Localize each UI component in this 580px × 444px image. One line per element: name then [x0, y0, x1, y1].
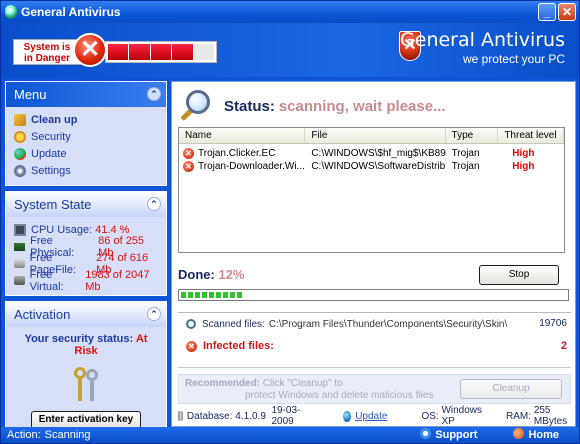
collapse-icon[interactable]: ⌃: [147, 87, 161, 101]
threat-table[interactable]: Name File Type Threat level ✕ Trojan.Clic…: [178, 127, 565, 253]
broom-icon: [14, 113, 26, 126]
column-header-type[interactable]: Type: [446, 128, 499, 143]
divider: [178, 367, 571, 368]
collapse-icon[interactable]: ⌃: [147, 197, 161, 211]
close-button[interactable]: ✕: [558, 3, 576, 21]
scan-panel: Status: scanning, wait please... Name Fi…: [171, 81, 576, 427]
security-icon: [14, 130, 26, 143]
info-bar: Database: 4.1.0.9 19-03-2009 Update OS: …: [178, 405, 571, 427]
progress-block: [223, 292, 228, 298]
brand-tagline: we protect your PC: [462, 52, 565, 66]
danger-x-icon: ✕: [73, 33, 107, 67]
progress-block: [202, 292, 207, 298]
danger-label: System is in Danger: [13, 39, 81, 65]
column-header-name[interactable]: Name: [179, 128, 306, 143]
column-header-threat-level[interactable]: Threat level: [498, 128, 564, 143]
table-row[interactable]: ✕ Trojan-Downloader.Wi... C:\WINDOWS\Soft…: [179, 160, 564, 173]
progress-block: [209, 292, 214, 298]
window-controls: _ ✕: [538, 3, 576, 21]
support-icon: [420, 428, 432, 439]
menu-item-cleanup[interactable]: Clean up: [14, 111, 158, 128]
progress-block: [216, 292, 221, 298]
keys-icon: [70, 365, 102, 405]
title-bar[interactable]: General Antivirus _ ✕: [1, 1, 579, 23]
menu-item-settings[interactable]: Settings: [14, 162, 158, 179]
sidebar: Menu ⌃ Clean up Security Update Settings…: [5, 81, 167, 441]
magnifier-icon: [178, 88, 214, 124]
danger-segment: [150, 44, 172, 60]
memory-icon: [14, 242, 26, 251]
settings-icon: [14, 164, 26, 177]
security-status: Your security status: At Risk: [24, 333, 148, 357]
collapse-icon[interactable]: ⌃: [147, 307, 161, 321]
home-icon: [513, 428, 525, 439]
threat-x-icon: ✕: [183, 161, 194, 172]
infected-x-icon: ✕: [186, 340, 197, 352]
threat-x-icon: ✕: [183, 148, 194, 159]
scan-progress-bar: [178, 289, 569, 301]
danger-segment: [172, 44, 193, 60]
activation-panel: Activation ⌃ Your security status: At Ri…: [5, 301, 167, 436]
progress-block: [230, 292, 235, 298]
header-banner: System is in Danger ✕ ✕ General Antiviru…: [1, 23, 579, 77]
pagefile-icon: [14, 259, 25, 268]
app-shield-icon: [5, 5, 17, 19]
danger-segment: [108, 44, 129, 60]
menu-panel-header[interactable]: Menu ⌃: [6, 82, 166, 107]
progress-block: [181, 292, 186, 298]
recommendation-box: Recommended: Click "Cleanup" to protect …: [178, 374, 571, 404]
minimize-button[interactable]: _: [538, 3, 556, 21]
system-state-header[interactable]: System State ⌃: [6, 192, 166, 217]
menu-item-update[interactable]: Update: [14, 145, 158, 162]
table-row[interactable]: ✕ Trojan.Clicker.EC C:\WINDOWS\$hf_mig$\K…: [179, 147, 564, 160]
table-header: Name File Type Threat level: [179, 128, 564, 144]
progress-block: [195, 292, 200, 298]
activation-body: Your security status: At Risk Enter acti…: [6, 327, 166, 435]
update-link[interactable]: Update: [355, 411, 387, 422]
danger-segment: [129, 44, 150, 60]
search-icon: [186, 319, 196, 329]
window-title: General Antivirus: [21, 5, 121, 19]
menu-list: Clean up Security Update Settings: [6, 107, 166, 185]
globe-icon: [343, 410, 352, 422]
danger-level-bar: [105, 41, 217, 63]
system-state-list: CPU Usage: 41.4 % Free Physical: 86 of 2…: [6, 217, 166, 295]
column-header-file[interactable]: File: [305, 128, 446, 143]
menu-item-security[interactable]: Security: [14, 128, 158, 145]
infected-files-row: ✕ Infected files: 2: [178, 335, 571, 357]
database-icon: [178, 411, 183, 421]
system-state-panel: System State ⌃ CPU Usage: 41.4 % Free Ph…: [5, 191, 167, 296]
stop-button[interactable]: Stop: [479, 265, 559, 285]
brand-name: General Antivirus: [400, 29, 565, 51]
support-link[interactable]: Support: [420, 428, 477, 441]
app-window: General Antivirus _ ✕ System is in Dange…: [0, 0, 580, 444]
cleanup-button[interactable]: Cleanup: [460, 379, 562, 399]
status-bar-links: Support Home: [420, 428, 559, 441]
update-icon: [14, 147, 26, 160]
progress-block: [237, 292, 242, 298]
home-link[interactable]: Home: [513, 428, 559, 441]
scan-status: Status: scanning, wait please...: [178, 88, 446, 124]
danger-segment: [193, 44, 215, 60]
activation-header[interactable]: Activation ⌃: [6, 302, 166, 327]
menu-panel: Menu ⌃ Clean up Security Update Settings: [5, 81, 167, 186]
scan-summary: Scanned files: C:\Program Files\Thunder\…: [178, 312, 571, 362]
status-bar: Action: Scanning Support Home: [1, 427, 579, 443]
cpu-icon: [14, 223, 26, 236]
free-virtual-row: Free Virtual: 1983 of 2047 Mb: [14, 269, 158, 293]
recommendation-text: Recommended: Click "Cleanup" to protect …: [185, 378, 434, 401]
done-label: Done: 12%: [178, 267, 245, 282]
progress-block: [188, 292, 193, 298]
drive-icon: [14, 276, 25, 285]
scanned-files-row: Scanned files: C:\Program Files\Thunder\…: [178, 313, 571, 335]
menu-title: Menu: [14, 87, 47, 102]
brand: General Antivirus we protect your PC: [400, 29, 565, 66]
